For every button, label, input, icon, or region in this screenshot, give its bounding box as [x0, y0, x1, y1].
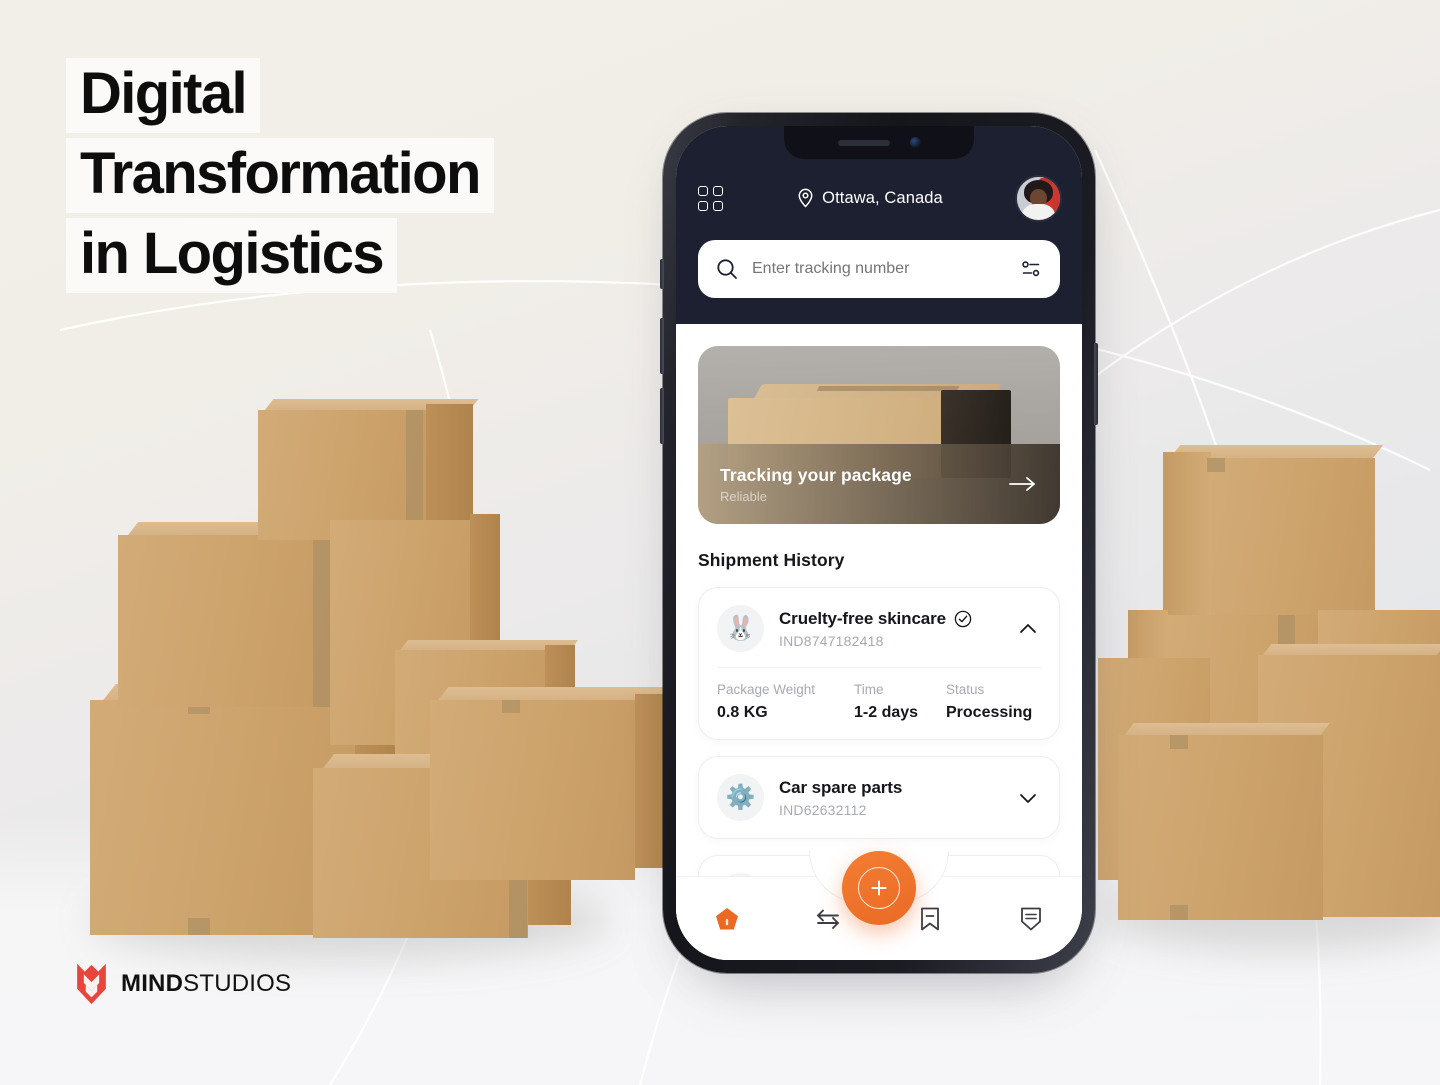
logo-studios: STUDIOS [183, 970, 292, 997]
promo-box-seam [816, 386, 960, 391]
logo-mind: MIND [121, 970, 184, 997]
search-bar[interactable] [698, 240, 1060, 298]
check-circle-icon [954, 610, 972, 627]
detail-value: 0.8 KG [717, 704, 768, 721]
chevron-up-icon[interactable] [1015, 616, 1041, 642]
card-divider [717, 667, 1041, 668]
add-shipment-fab[interactable] [842, 851, 916, 925]
transfer-arrows-icon [817, 909, 840, 929]
detail-value: 1-2 days [854, 704, 919, 721]
bookmark-minus-icon [920, 907, 939, 930]
arrow-right-icon[interactable] [1008, 475, 1038, 493]
location-indicator[interactable]: Ottawa, Canada [797, 188, 943, 208]
phone-volume-down-button[interactable] [660, 388, 664, 444]
user-avatar[interactable] [1016, 176, 1060, 220]
phone-notch [784, 126, 974, 159]
shipment-tracking-id: IND62632112 [779, 801, 867, 818]
headline-line-1: Digital [66, 58, 261, 134]
section-title-shipment-history: Shipment History [698, 550, 845, 570]
detail-label: Time [854, 682, 884, 697]
phone-frame: Ottawa, Canada Enter tracking number Tra… [660, 113, 1098, 973]
shipment-name: Cruelty-free skincare [779, 608, 947, 628]
mind-studios-shield-icon [77, 963, 106, 1005]
page-title: Digital Transformation in Logistics [66, 58, 494, 298]
gear-emoji-icon: ⚙️ [717, 774, 764, 821]
detail-label: Package Weight [717, 682, 816, 697]
shipment-card[interactable]: 🐰 Cruelty-free skincare IND8747182418 Pa… [698, 587, 1060, 740]
earpiece-speaker [837, 139, 890, 146]
grid-menu-icon[interactable] [698, 185, 723, 211]
mind-studios-logo: MINDSTUDIOS [75, 962, 291, 1006]
front-camera [909, 137, 921, 148]
promo-overlay: Tracking your package Reliable [698, 444, 1060, 524]
chevron-down-icon[interactable] [1015, 785, 1041, 811]
filter-sliders-icon[interactable] [1020, 258, 1042, 280]
home-icon [715, 907, 738, 929]
shipment-card[interactable]: ⚙️ Car spare parts IND62632112 [698, 756, 1060, 839]
plus-icon [858, 867, 900, 909]
bottom-navigation-bar [676, 851, 1083, 960]
phone-volume-up-button[interactable] [660, 318, 664, 374]
detail-time: Time 1-2 days [854, 682, 946, 722]
logo-wordmark: MINDSTUDIOS [121, 970, 291, 998]
app-screen: Ottawa, Canada Enter tracking number Tra… [676, 126, 1082, 960]
phone-mute-switch[interactable] [660, 259, 664, 289]
rabbit-emoji-icon: 🐰 [717, 605, 764, 652]
search-input[interactable] [752, 260, 1006, 278]
tab-documents[interactable] [981, 877, 1083, 960]
detail-status: Status Processing [946, 682, 1041, 722]
phone-screen-area: Ottawa, Canada Enter tracking number Tra… [676, 126, 1082, 960]
shipment-name: Car spare parts [779, 777, 903, 797]
location-pin-icon [798, 188, 813, 208]
detail-label: Status [946, 682, 985, 697]
shipment-tracking-id: IND8747182418 [779, 632, 884, 649]
shipment-details: Package Weight 0.8 KG Time 1-2 days Stat… [717, 682, 1041, 722]
headline-line-2: Transformation [66, 138, 494, 214]
shield-list-icon [1021, 907, 1042, 930]
headline-line-3: in Logistics [66, 218, 398, 294]
promo-title: Tracking your package [720, 464, 912, 485]
promo-subtitle: Reliable [720, 488, 767, 504]
search-icon [717, 259, 737, 279]
tracking-promo-card[interactable]: Tracking your package Reliable [698, 346, 1060, 524]
status-badge: Processing [946, 704, 1033, 721]
phone-power-button[interactable] [1094, 343, 1098, 425]
detail-package-weight: Package Weight 0.8 KG [717, 682, 854, 722]
phone-mockup: Ottawa, Canada Enter tracking number Tra… [660, 113, 1098, 983]
location-label: Ottawa, Canada [822, 188, 943, 207]
tab-home[interactable] [676, 877, 778, 960]
